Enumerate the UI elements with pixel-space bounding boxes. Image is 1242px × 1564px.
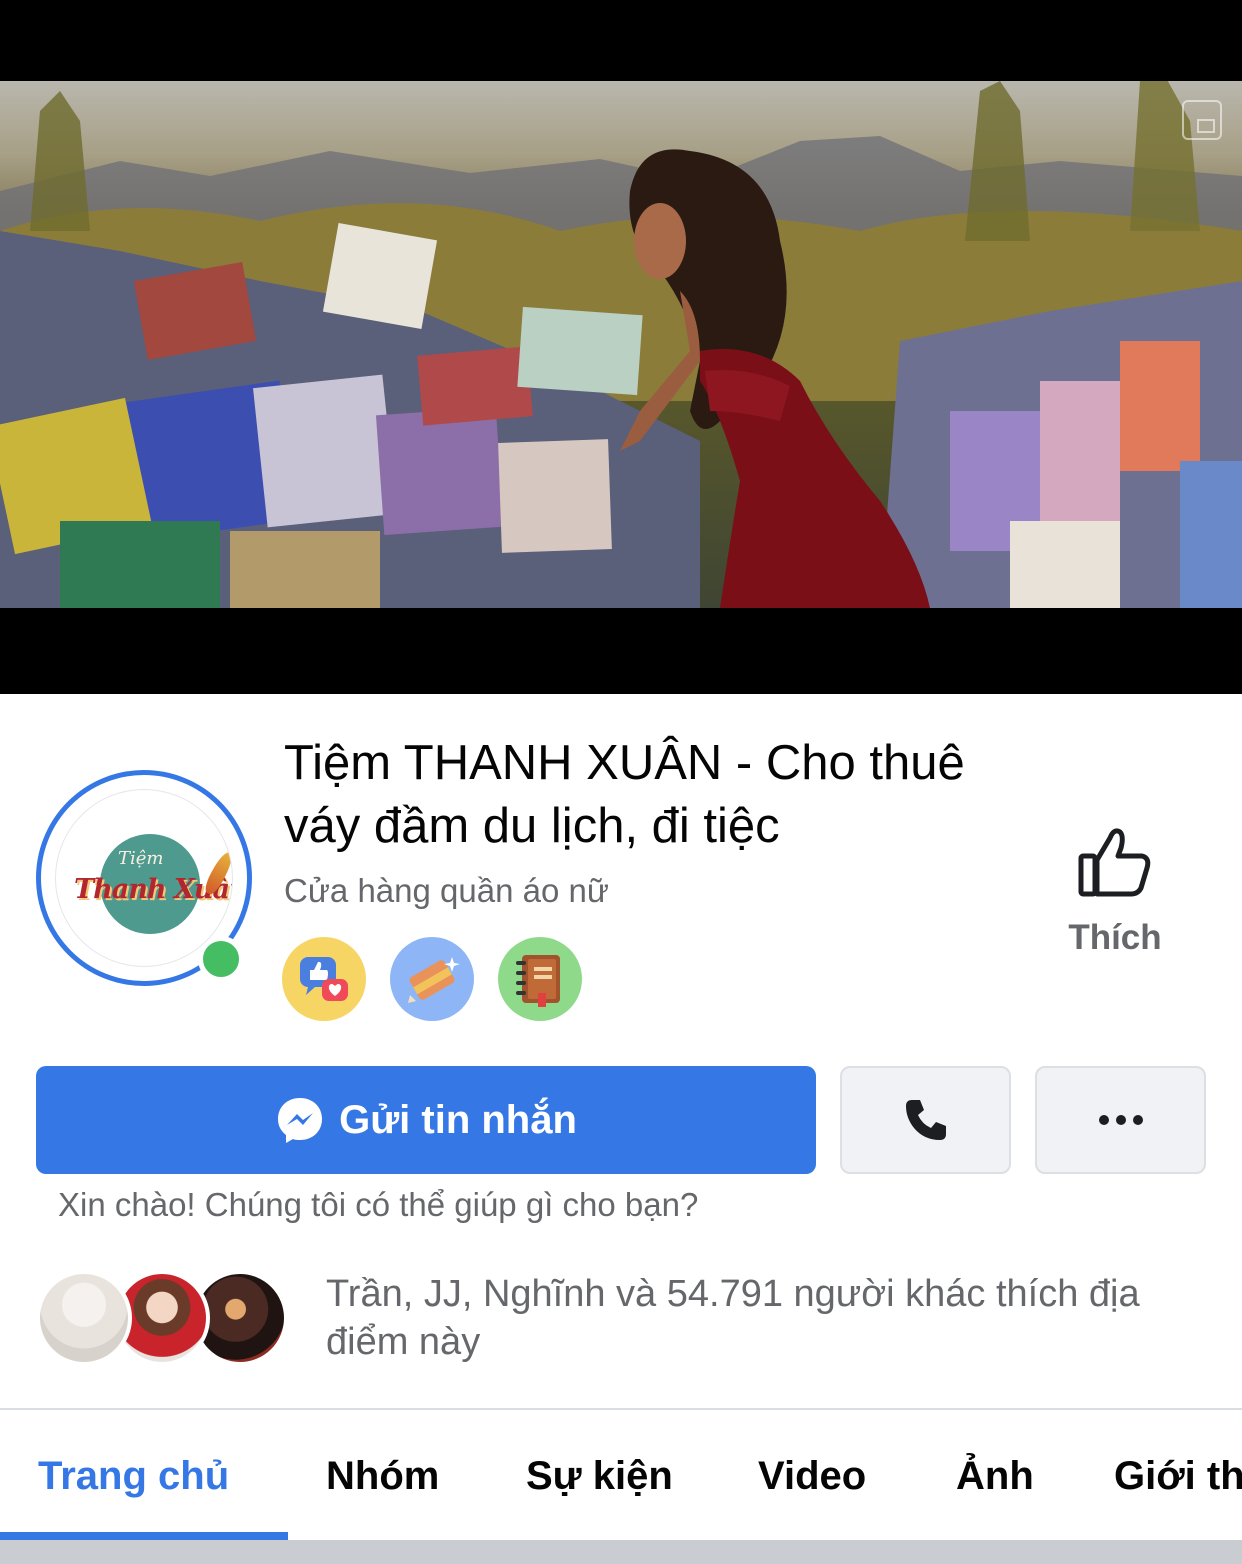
badge-notebook[interactable]: [498, 937, 582, 1021]
avatar-logo-text-small: Tiệm: [118, 848, 164, 869]
send-message-label: Gửi tin nhắn: [339, 1097, 577, 1142]
like-page-button[interactable]: Thích: [1040, 826, 1190, 966]
tab-events[interactable]: Sự kiện: [526, 1454, 673, 1499]
tabs-divider: [0, 1408, 1242, 1410]
page-title: Tiệm THANH XUÂN - Cho thuê váy đầm du lị…: [284, 736, 965, 853]
cover-video[interactable]: [0, 0, 1242, 694]
page-likes-summary[interactable]: Trần, JJ, Nghĩnh và 54.791 người khác th…: [326, 1270, 1206, 1366]
more-options-button[interactable]: [1035, 1066, 1206, 1174]
tab-videos[interactable]: Video: [758, 1454, 866, 1499]
tab-groups[interactable]: Nhóm: [326, 1454, 439, 1499]
like-label: Thích: [1068, 918, 1162, 957]
page-category: Cửa hàng quần áo nữ: [284, 872, 609, 909]
notebook-icon: [516, 955, 560, 1007]
tab-about[interactable]: Giới thiệu: [1114, 1454, 1242, 1499]
badge-creative[interactable]: [390, 937, 474, 1021]
online-status-dot: [198, 936, 244, 982]
like-love-chat-icon: [300, 957, 348, 1001]
paint-pencil-icon: [408, 957, 460, 1003]
cover-scene-illustration: [0, 81, 1242, 608]
tab-photos[interactable]: Ảnh: [956, 1454, 1034, 1499]
thumbs-up-icon: [1078, 828, 1151, 897]
friend-avatar[interactable]: [36, 1270, 132, 1366]
send-message-button[interactable]: Gửi tin nhắn: [36, 1066, 816, 1174]
badge-responsive[interactable]: [282, 937, 366, 1021]
cover-video-frame[interactable]: [0, 81, 1242, 608]
greeting-text: Xin chào! Chúng tôi có thể giúp gì cho b…: [58, 1186, 699, 1223]
more-icon: [1098, 1115, 1143, 1125]
phone-icon: [905, 1100, 946, 1140]
messenger-icon: [278, 1098, 323, 1143]
active-tab-indicator: [0, 1532, 288, 1540]
content-divider: [0, 1540, 1242, 1564]
tab-home[interactable]: Trang chủ: [38, 1454, 229, 1499]
picture-in-picture-icon[interactable]: [1182, 100, 1222, 140]
call-button[interactable]: [840, 1066, 1011, 1174]
